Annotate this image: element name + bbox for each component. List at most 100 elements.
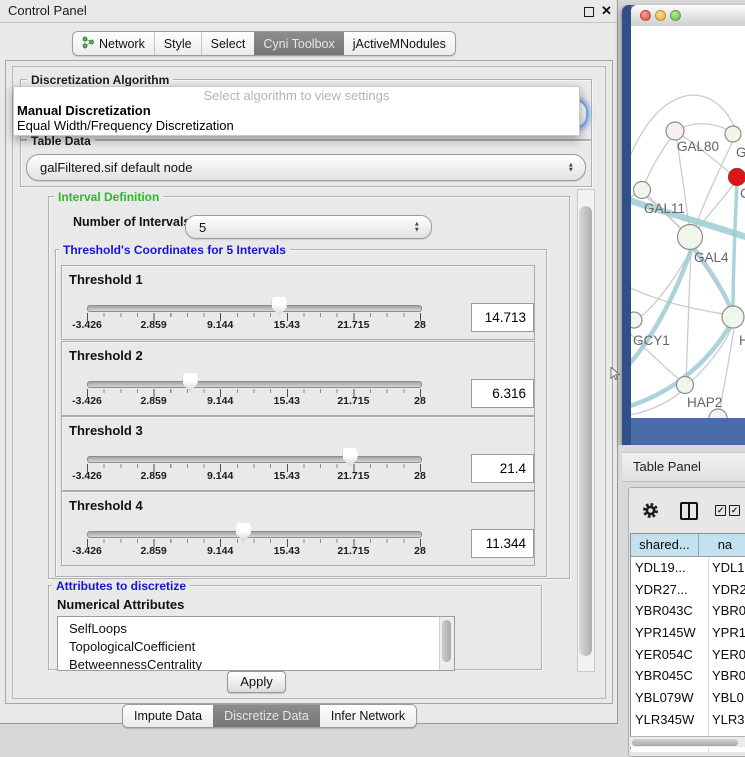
checkbox-icon: ✓: [715, 505, 726, 516]
threshold-3-panel: Threshold 3 -3.426 2.859 9.144 15.43 21.…: [61, 416, 535, 491]
numerical-attributes-list[interactable]: SelfLoops TopologicalCoefficient Between…: [57, 616, 455, 671]
combo-stepper-icon: ▲▼: [568, 162, 574, 173]
cell[interactable]: YDR27...: [631, 579, 709, 601]
tab-infer-network[interactable]: Infer Network: [320, 705, 416, 727]
column-header-shared[interactable]: shared...: [631, 534, 699, 556]
cell[interactable]: YDL19...: [631, 557, 709, 579]
table-columns-icon[interactable]: [680, 502, 698, 520]
table-row[interactable]: YDL19... YDL1: [631, 557, 745, 579]
tick-label: 2.859: [140, 395, 166, 407]
threshold-3-slider-track[interactable]: [87, 456, 422, 463]
node-h[interactable]: [722, 306, 744, 328]
cell[interactable]: YBR045C: [631, 665, 709, 687]
cell[interactable]: YBL0: [709, 687, 744, 709]
tab-discretize-data[interactable]: Discretize Data: [213, 705, 320, 727]
tick-label: 15.43: [274, 470, 300, 482]
dropdown-placeholder-option[interactable]: Select algorithm to view settings: [14, 88, 579, 103]
tab-network[interactable]: Network: [73, 32, 154, 55]
table-row[interactable]: YBR045C YBR0: [631, 665, 745, 687]
table-horizontal-scrollbar-thumb[interactable]: [632, 739, 738, 746]
close-icon[interactable]: ✕: [601, 3, 612, 19]
threshold-1-value-field[interactable]: 14.713: [471, 303, 534, 332]
node-gal11[interactable]: [634, 182, 651, 199]
list-item[interactable]: TopologicalCoefficient: [58, 638, 454, 656]
node-label: GCY1: [633, 333, 670, 348]
tab-label: jActiveMNodules: [353, 37, 446, 51]
apply-button[interactable]: Apply: [227, 671, 286, 693]
tab-jactivemnodules[interactable]: jActiveMNodules: [344, 32, 455, 55]
dropdown-option-equal-width-frequency[interactable]: Equal Width/Frequency Discretization: [17, 118, 234, 133]
table-row[interactable]: YLR345W YLR3: [631, 709, 745, 731]
threshold-4-slider-track[interactable]: [87, 531, 422, 538]
network-window-titlebar[interactable]: [631, 5, 745, 27]
cell[interactable]: YER0: [709, 644, 745, 666]
threshold-1-slider-track[interactable]: [87, 305, 422, 312]
combobox-value: 5: [199, 216, 206, 238]
float-window-icon[interactable]: [584, 7, 594, 17]
cell[interactable]: YPR1: [709, 622, 745, 644]
node-red-selected[interactable]: [729, 169, 745, 186]
threshold-label: Threshold 4: [69, 498, 143, 513]
tick-label: 15.43: [274, 319, 300, 331]
number-of-intervals-combobox[interactable]: 5 ▲▼: [185, 215, 432, 239]
zoom-traffic-light-icon[interactable]: [670, 10, 681, 21]
gear-icon[interactable]: [642, 502, 659, 524]
panel-scrollbar-thumb[interactable]: [579, 206, 592, 656]
network-view-window: GAL80 GA C GAL11 GAL4 GCY1 H HAP2: [622, 5, 745, 445]
mouse-cursor: [610, 367, 621, 386]
table-row[interactable]: YBR043C YBR0: [631, 600, 745, 622]
select-columns-icon[interactable]: ✓ ✓: [715, 505, 740, 516]
threshold-2-slider-track[interactable]: [87, 381, 422, 388]
tab-impute-data[interactable]: Impute Data: [123, 705, 213, 727]
cell[interactable]: YLR3: [709, 709, 745, 731]
table-row[interactable]: YPR145W YPR1: [631, 622, 745, 644]
tick-label: -3.426: [72, 470, 102, 482]
tab-label: Discretize Data: [224, 709, 309, 723]
threshold-2-value-field[interactable]: 6.316: [471, 379, 534, 408]
tab-label: Cyni Toolbox: [263, 37, 334, 51]
cell[interactable]: YDR2: [709, 579, 745, 601]
node-label: HAP2: [687, 395, 722, 410]
close-traffic-light-icon[interactable]: [640, 10, 651, 21]
cell[interactable]: YDL1: [709, 557, 745, 579]
node-label: GA: [736, 145, 745, 160]
node-gal80[interactable]: [666, 122, 684, 140]
cell[interactable]: YER054C: [631, 644, 709, 666]
tick-label: 21.715: [337, 319, 369, 331]
tab-style[interactable]: Style: [154, 32, 201, 55]
slider-ticks: [87, 313, 421, 321]
network-canvas[interactable]: GAL80 GA C GAL11 GAL4 GCY1 H HAP2: [631, 26, 745, 418]
tab-label: Infer Network: [331, 709, 405, 723]
node-hap2[interactable]: [677, 377, 694, 394]
cell[interactable]: YBR0: [709, 600, 745, 622]
node-top-right[interactable]: [725, 126, 741, 142]
node-bottom-partial[interactable]: [709, 409, 727, 418]
cell[interactable]: YBR043C: [631, 600, 709, 622]
table-row[interactable]: YER054C YER0: [631, 644, 745, 666]
cell[interactable]: YBL079W: [631, 687, 709, 709]
dropdown-option-manual-discretization[interactable]: Manual Discretization: [17, 103, 151, 118]
table-row[interactable]: YBL079W YBL0: [631, 687, 745, 709]
table-data-combobox[interactable]: galFiltered.sif default node ▲▼: [26, 154, 586, 181]
table-row[interactable]: YDR27... YDR2: [631, 579, 745, 601]
minimize-traffic-light-icon[interactable]: [655, 10, 666, 21]
node-gcy1[interactable]: [631, 312, 642, 328]
numerical-attributes-heading: Numerical Attributes: [57, 597, 184, 612]
threshold-4-value-field[interactable]: 11.344: [471, 529, 534, 558]
list-item[interactable]: SelfLoops: [58, 620, 454, 638]
threshold-3-value-field[interactable]: 21.4: [471, 454, 534, 483]
table-panel-titlebar: Table Panel: [622, 452, 745, 482]
tab-select[interactable]: Select: [201, 32, 255, 55]
tick-label: 21.715: [337, 470, 369, 482]
cell[interactable]: YLR345W: [631, 709, 709, 731]
tab-cyni-toolbox[interactable]: Cyni Toolbox: [254, 32, 343, 55]
cell[interactable]: YPR145W: [631, 622, 709, 644]
cell[interactable]: YBR0: [709, 665, 745, 687]
list-scrollbar-thumb[interactable]: [442, 620, 451, 662]
list-item[interactable]: BetweennessCentrality: [58, 656, 454, 671]
column-header-name[interactable]: na: [699, 534, 745, 556]
group-title: Threshold's Coordinates for 5 Intervals: [59, 243, 290, 257]
table-horizontal-scrollbar[interactable]: [630, 736, 745, 747]
list-scrollbar[interactable]: [439, 617, 454, 670]
node-gal4[interactable]: [678, 225, 703, 250]
